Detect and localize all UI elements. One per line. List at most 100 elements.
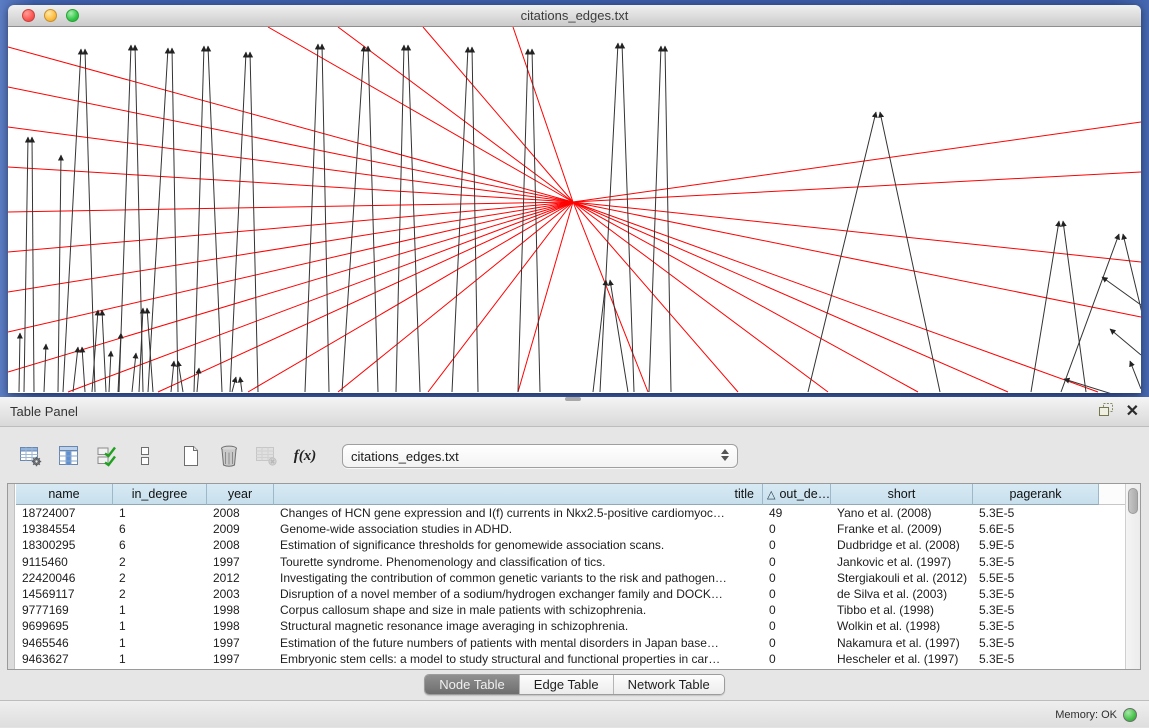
selected-edge [573, 172, 1141, 202]
column-header-label: pagerank [1009, 487, 1061, 501]
column-header-title[interactable]: title [274, 484, 763, 505]
vertical-scrollbar[interactable] [1125, 484, 1140, 669]
network-window-title: citations_edges.txt [8, 8, 1141, 23]
edge [622, 43, 634, 392]
edge [472, 47, 478, 392]
selected-edge [8, 47, 573, 202]
edge [342, 46, 364, 392]
memory-status-indicator[interactable] [1123, 708, 1137, 722]
table-cell: 1998 [207, 619, 274, 633]
selected-edge [518, 202, 573, 392]
table-cell: 2 [113, 571, 207, 585]
tab-edge-table[interactable]: Edge Table [520, 675, 614, 694]
new-table-icon[interactable] [176, 442, 206, 470]
edge [208, 46, 222, 392]
float-window-icon[interactable] [1099, 403, 1114, 421]
table-cell: 0 [763, 603, 831, 617]
table-row[interactable]: 1872400712008Changes of HCN gene express… [16, 505, 1099, 521]
table-cell: Tibbo et al. (1998) [831, 603, 973, 617]
table-row[interactable]: 946554611997Estimation of the future num… [16, 635, 1099, 651]
column-header-in-degree[interactable]: in_degree [113, 484, 207, 505]
table-cell: 2009 [207, 522, 274, 536]
edge [73, 347, 78, 392]
column-header-name[interactable]: name [16, 484, 113, 505]
split-pane-grip[interactable] [565, 397, 581, 401]
memory-status-label: Memory: OK [1055, 709, 1117, 721]
table-chooser-value: citations_edges.txt [351, 449, 459, 464]
table-cell: Nakamura et al. (1997) [831, 636, 973, 650]
table-cell: Hescheler et al. (1997) [831, 652, 973, 666]
table-row[interactable]: 969969511998Structural magnetic resonanc… [16, 618, 1099, 634]
tab-node-table[interactable]: Node Table [425, 675, 520, 694]
table-cell: 1 [113, 652, 207, 666]
table-row[interactable]: 911546021997Tourette syndrome. Phenomeno… [16, 554, 1099, 570]
table-cell: 5.3E-5 [973, 555, 1099, 569]
table-toolbar: f(x) citations_edges.txt [0, 439, 1149, 473]
close-icon[interactable]: ✕ [1126, 404, 1139, 420]
table-cell: 5.6E-5 [973, 522, 1099, 536]
selected-edge [8, 202, 573, 292]
edge [880, 112, 940, 392]
table-row[interactable]: 946362711997Embryonic stem cells: a mode… [16, 651, 1099, 667]
select-columns-icon[interactable] [92, 442, 122, 470]
edge [178, 361, 183, 392]
table-row[interactable]: 1830029562008Estimation of significance … [16, 537, 1099, 553]
chevron-up-down-icon [721, 449, 729, 461]
edge [32, 137, 34, 392]
window-minimize-button[interactable] [44, 9, 57, 22]
column-header-pagerank[interactable]: pagerank [973, 484, 1099, 505]
table-cell: 0 [763, 587, 831, 601]
scrollbar-thumb[interactable] [1128, 488, 1138, 514]
table-row[interactable]: 1456911722003Disruption of a novel membe… [16, 586, 1099, 602]
table-cell: 49 [763, 506, 831, 520]
table-cell: Corpus callosum shape and size in male p… [274, 603, 763, 617]
table-cell: 0 [763, 652, 831, 666]
table-row[interactable]: 977716911998Corpus callosum shape and si… [16, 602, 1099, 618]
window-close-button[interactable] [22, 9, 35, 22]
column-header-label: name [48, 487, 79, 501]
column-header-year[interactable]: year [207, 484, 274, 505]
network-window-titlebar[interactable]: citations_edges.txt [8, 5, 1141, 27]
table-chooser-dropdown[interactable]: citations_edges.txt [342, 444, 738, 468]
table-cell: 5.3E-5 [973, 603, 1099, 617]
table-cell: Investigating the contribution of common… [274, 571, 763, 585]
table-cell: 14569117 [16, 587, 113, 601]
row-height-icon[interactable] [130, 442, 160, 470]
table-cell: Estimation of the future numbers of pati… [274, 636, 763, 650]
selected-edge [68, 202, 573, 392]
table-cell: 18724007 [16, 506, 113, 520]
table-cell: 5.3E-5 [973, 636, 1099, 650]
table-row[interactable]: 1938455462009Genome-wide association stu… [16, 521, 1099, 537]
function-builder-icon[interactable]: f(x) [290, 442, 320, 470]
show-columns-icon[interactable] [54, 442, 84, 470]
tab-network-table[interactable]: Network Table [614, 675, 724, 694]
table-cell: Jankovic et al. (1997) [831, 555, 973, 569]
table-cell: 0 [763, 522, 831, 536]
table-cell: 6 [113, 522, 207, 536]
table-cell: Franke et al. (2009) [831, 522, 973, 536]
column-header-label: in_degree [132, 487, 188, 501]
column-header-short[interactable]: short [831, 484, 973, 505]
column-header-label: year [228, 487, 252, 501]
window-zoom-button[interactable] [66, 9, 79, 22]
table-options-icon[interactable] [16, 442, 46, 470]
table-cell: 5.3E-5 [973, 506, 1099, 520]
table-cell: Embryonic stem cells: a model to study s… [274, 652, 763, 666]
table-row[interactable]: 2242004622012Investigating the contribut… [16, 570, 1099, 586]
table-cell: 1997 [207, 652, 274, 666]
network-canvas[interactable] [8, 27, 1141, 393]
table-cell: 22420046 [16, 571, 113, 585]
column-header-out-de-[interactable]: △out_de… [763, 484, 831, 505]
table-cell: 5.5E-5 [973, 571, 1099, 585]
table-cell: 1997 [207, 636, 274, 650]
column-header-label: out_de… [779, 487, 830, 501]
table-panel-header: Table Panel ✕ [0, 397, 1149, 427]
edge [250, 52, 258, 392]
table-cell: 0 [763, 571, 831, 585]
edge [1064, 379, 1141, 393]
edge [44, 344, 46, 392]
edge [109, 351, 111, 392]
delete-table-icon[interactable] [214, 442, 244, 470]
table-body: 1872400712008Changes of HCN gene express… [16, 505, 1099, 667]
table-cell: 2 [113, 587, 207, 601]
